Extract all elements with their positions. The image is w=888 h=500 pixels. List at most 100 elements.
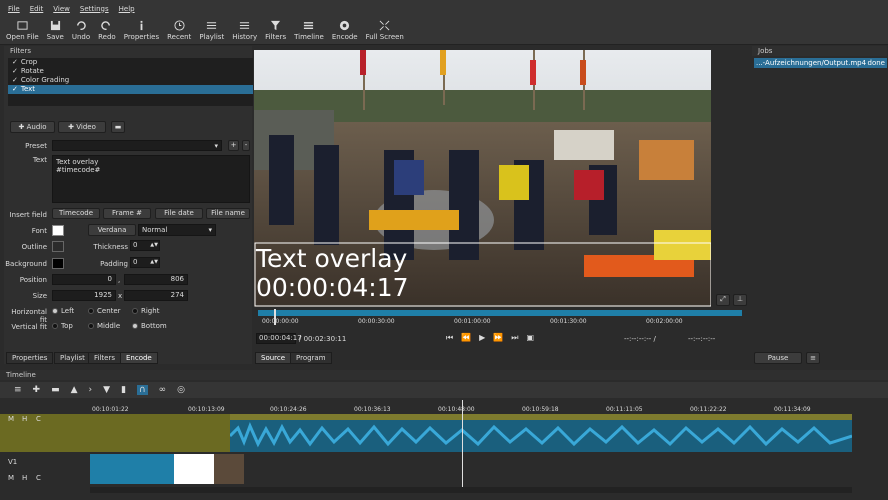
menu-file[interactable]: File	[8, 5, 20, 13]
thickness-spinbox[interactable]: 0 ▲▼	[130, 240, 160, 251]
add-video-filter-button[interactable]: ✚ Video	[58, 121, 106, 133]
position-y-input[interactable]: 806	[124, 274, 188, 285]
video-clip-1[interactable]	[90, 454, 174, 484]
playlist-button[interactable]: Playlist	[197, 17, 226, 44]
hfit-left-radio[interactable]: Left	[52, 307, 74, 315]
font-button[interactable]: Verdana	[88, 224, 136, 236]
filters-button[interactable]: Filters	[263, 17, 288, 44]
vfit-bottom-radio[interactable]: Bottom	[132, 322, 167, 330]
filter-item-crop[interactable]: ✓ Crop	[8, 58, 253, 67]
split-icon[interactable]: ▮	[121, 385, 126, 395]
skip-end-icon[interactable]: ⏭	[511, 333, 518, 343]
vfit-top-radio[interactable]: Top	[52, 322, 73, 330]
delete-preset-button[interactable]: -	[242, 140, 250, 151]
grid-button[interactable]: ⊥	[733, 294, 747, 306]
jobs-menu-button[interactable]: ≡	[806, 352, 820, 364]
pause-jobs-button[interactable]: Pause	[754, 352, 802, 364]
tab-playlist[interactable]: Playlist	[54, 352, 91, 364]
hide-button[interactable]: H	[22, 474, 27, 482]
vfit-middle-radio[interactable]: Middle	[88, 322, 120, 330]
font-style-select[interactable]: Normal ▾	[138, 224, 216, 236]
mute-button[interactable]: M	[8, 415, 14, 423]
position-x-input[interactable]: 0	[52, 274, 116, 285]
ripple-all-icon[interactable]: ◎	[177, 385, 185, 395]
undo-button[interactable]: Undo	[70, 17, 92, 44]
tab-filters[interactable]: Filters	[88, 352, 121, 364]
timeline-ruler-label: 00:10:48:00	[438, 406, 475, 413]
outline-color-swatch[interactable]	[52, 241, 64, 252]
next-icon[interactable]: ›	[89, 385, 93, 395]
encode-button[interactable]: Encode	[330, 17, 360, 44]
tab-properties[interactable]: Properties	[6, 352, 54, 364]
timeline-button[interactable]: Timeline	[292, 17, 326, 44]
hfit-right-radio[interactable]: Right	[132, 307, 159, 315]
video-clip-3[interactable]	[214, 454, 244, 484]
horizontal-fit-label: Horizontal fit	[11, 308, 47, 324]
timeline-ruler-label: 00:11:11:05	[606, 406, 643, 413]
filter-item-text[interactable]: ✓ Text	[8, 85, 253, 94]
menu-view[interactable]: View	[53, 5, 70, 13]
add-audio-filter-button[interactable]: ✚ Audio	[10, 121, 55, 133]
job-item[interactable]: ...-Aufzeichnungen/Output.mp4 done	[754, 58, 887, 68]
fullscreen-button[interactable]: Full Screen	[364, 17, 406, 44]
save-preset-button[interactable]: +	[228, 140, 239, 151]
font-color-swatch[interactable]	[52, 225, 64, 236]
mute-button[interactable]: M	[8, 474, 14, 482]
volume-icon[interactable]: ▣	[527, 333, 535, 343]
scrubber-bar[interactable]: 00:00:00:00 00:00:30:00 00:01:00:00 00:0…	[254, 309, 744, 325]
append-icon[interactable]: ✚	[33, 385, 41, 395]
insert-frame-button[interactable]: Frame #	[103, 208, 151, 219]
redo-button[interactable]: Redo	[96, 17, 118, 44]
tab-encode[interactable]: Encode	[120, 352, 158, 364]
filter-item-color-grading[interactable]: ✓ Color Grading	[8, 76, 253, 85]
audio-clip[interactable]	[230, 414, 852, 452]
text-label: Text	[32, 156, 47, 164]
insert-timecode-button[interactable]: Timecode	[52, 208, 100, 219]
menu-help[interactable]: Help	[119, 5, 135, 13]
current-time-field[interactable]: 00:00:04:17	[256, 333, 302, 344]
properties-button[interactable]: Properties	[122, 17, 161, 44]
save-button[interactable]: Save	[45, 17, 66, 44]
remove-filter-button[interactable]: ▬	[111, 121, 125, 133]
in-point: --:--:--:-- /	[624, 335, 656, 343]
text-input[interactable]: Text overlay #timecode#	[52, 155, 250, 203]
tab-program[interactable]: Program	[290, 352, 332, 364]
remove-icon[interactable]: ▬	[51, 385, 60, 395]
composite-button[interactable]: C	[36, 415, 41, 423]
undo-label: Undo	[71, 33, 91, 41]
fast-forward-icon[interactable]: ⏩	[493, 333, 503, 343]
history-button[interactable]: History	[230, 17, 259, 44]
overwrite-icon[interactable]: ▼	[103, 385, 110, 395]
insert-file-date-button[interactable]: File date	[155, 208, 203, 219]
preset-select[interactable]: ▾	[52, 140, 222, 151]
menu-edit[interactable]: Edit	[30, 5, 44, 13]
video-clip-2[interactable]	[174, 454, 214, 484]
video-preview[interactable]: Text overlay 00:00:04:17	[254, 50, 711, 307]
tab-source[interactable]: Source	[255, 352, 292, 364]
size-height-input[interactable]: 274	[124, 290, 188, 301]
radio-unchecked-icon	[132, 308, 138, 314]
menu-icon[interactable]: ≡	[14, 385, 22, 395]
skip-start-icon[interactable]: ⏮	[446, 333, 453, 343]
zoom-button[interactable]: ⤢	[716, 294, 730, 306]
insert-file-name-button[interactable]: File name	[206, 208, 250, 219]
filter-item-rotate[interactable]: ✓ Rotate	[8, 67, 253, 76]
background-color-swatch[interactable]	[52, 258, 64, 269]
open-file-button[interactable]: Open File	[4, 17, 41, 44]
padding-spinbox[interactable]: 0 ▲▼	[130, 257, 160, 268]
composite-button[interactable]: C	[36, 474, 41, 482]
menu-settings[interactable]: Settings	[80, 5, 109, 13]
ripple-icon[interactable]: ∞	[159, 385, 167, 395]
menu-bar: File Edit View Settings Help	[0, 0, 888, 17]
size-width-input[interactable]: 1925	[52, 290, 116, 301]
lift-icon[interactable]: ▲	[71, 385, 78, 395]
rewind-icon[interactable]: ⏪	[461, 333, 471, 343]
timeline-scrollbar[interactable]	[90, 487, 852, 493]
snap-icon[interactable]: ∩	[137, 385, 148, 395]
hide-button[interactable]: H	[22, 415, 27, 423]
hfit-center-radio[interactable]: Center	[88, 307, 121, 315]
timeline-playhead[interactable]	[462, 400, 463, 488]
timeline-ruler[interactable]: 00:10:01:22 00:10:13:09 00:10:24:26 00:1…	[90, 400, 852, 413]
recent-button[interactable]: Recent	[165, 17, 193, 44]
play-icon[interactable]: ▶	[479, 333, 485, 343]
